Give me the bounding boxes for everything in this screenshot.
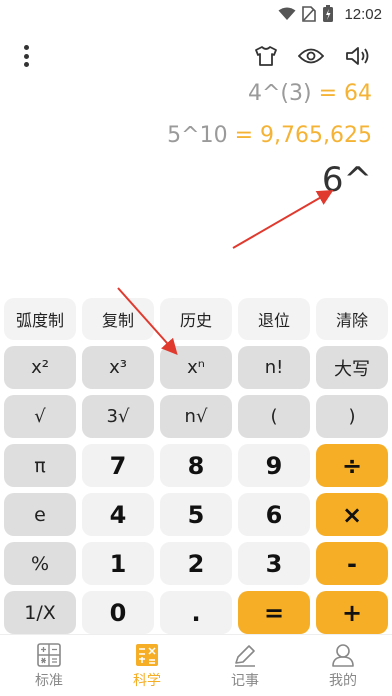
- cube-button[interactable]: x³: [82, 346, 154, 389]
- volume-icon[interactable]: [344, 42, 372, 70]
- keypad-row: e 4 5 6 ×: [4, 493, 388, 536]
- backspace-button[interactable]: 退位: [238, 298, 310, 340]
- decimal-button[interactable]: .: [160, 591, 232, 634]
- add-button[interactable]: +: [316, 591, 388, 634]
- status-time: 12:02: [344, 5, 382, 23]
- cube-root-button[interactable]: 3√: [82, 395, 154, 438]
- reciprocal-button[interactable]: 1/X: [4, 591, 76, 634]
- sqrt-button[interactable]: √: [4, 395, 76, 438]
- calculator-screen: 12:02 4^(3) = 64 5^10 = 9,765,625 6^ 弧度制…: [0, 0, 392, 696]
- keypad-row: π 7 8 9 ÷: [4, 444, 388, 487]
- digit-2-button[interactable]: 2: [160, 542, 232, 585]
- e-button[interactable]: e: [4, 493, 76, 536]
- equals-button[interactable]: =: [238, 591, 310, 634]
- digit-1-button[interactable]: 1: [82, 542, 154, 585]
- digit-8-button[interactable]: 8: [160, 444, 232, 487]
- eye-icon[interactable]: [297, 42, 325, 70]
- history-button[interactable]: 历史: [160, 298, 232, 340]
- clear-button[interactable]: 清除: [316, 298, 388, 340]
- digit-7-button[interactable]: 7: [82, 444, 154, 487]
- divide-button[interactable]: ÷: [316, 444, 388, 487]
- nav-label: 记事: [231, 672, 259, 689]
- subtract-button[interactable]: -: [316, 542, 388, 585]
- digit-0-button[interactable]: 0: [82, 591, 154, 634]
- copy-button[interactable]: 复制: [82, 298, 154, 340]
- history-equals: =: [318, 81, 337, 106]
- power-n-button[interactable]: xⁿ: [160, 346, 232, 389]
- pi-button[interactable]: π: [4, 444, 76, 487]
- more-vert-icon[interactable]: [16, 42, 36, 70]
- digit-5-button[interactable]: 5: [160, 493, 232, 536]
- keypad-row: % 1 2 3 -: [4, 542, 388, 585]
- nav-item-scientific[interactable]: 科学: [98, 635, 196, 696]
- nth-root-button[interactable]: n√: [160, 395, 232, 438]
- nav-label: 我的: [329, 672, 357, 689]
- multiply-button[interactable]: ×: [316, 493, 388, 536]
- history-expression: 5^10: [167, 123, 228, 148]
- toolbar: [0, 40, 392, 72]
- nav-label: 标准: [35, 672, 63, 689]
- history-line-2: 5^10 = 9,765,625: [167, 123, 372, 148]
- open-paren-button[interactable]: (: [238, 395, 310, 438]
- battery-icon: [323, 5, 334, 22]
- nav-item-standard[interactable]: 标准: [0, 635, 98, 696]
- pencil-icon: [235, 644, 255, 667]
- uppercase-button[interactable]: 大写: [316, 346, 388, 389]
- annotation-arrow: [232, 190, 334, 249]
- nav-item-notes[interactable]: 记事: [196, 635, 294, 696]
- wifi-icon: [278, 7, 296, 20]
- nav-item-profile[interactable]: 我的: [294, 635, 392, 696]
- shirt-icon[interactable]: [252, 42, 280, 70]
- digit-4-button[interactable]: 4: [82, 493, 154, 536]
- calculator-grid-icon: [37, 642, 61, 667]
- percent-button[interactable]: %: [4, 542, 76, 585]
- radian-button[interactable]: 弧度制: [4, 298, 76, 340]
- scientific-icon: [136, 643, 158, 666]
- digit-6-button[interactable]: 6: [238, 493, 310, 536]
- no-sim-icon: [302, 6, 317, 22]
- nav-label: 科学: [133, 672, 161, 689]
- digit-9-button[interactable]: 9: [238, 444, 310, 487]
- status-bar: 12:02: [0, 0, 392, 30]
- history-expression: 4^(3): [247, 81, 312, 106]
- history-result: 64: [344, 81, 372, 106]
- square-button[interactable]: x²: [4, 346, 76, 389]
- user-icon: [332, 643, 354, 667]
- function-row: 弧度制 复制 历史 退位 清除: [4, 298, 388, 340]
- current-input: 6^: [321, 160, 372, 200]
- close-paren-button[interactable]: ): [316, 395, 388, 438]
- keypad-row: 1/X 0 . = +: [4, 591, 388, 634]
- factorial-button[interactable]: n!: [238, 346, 310, 389]
- history-result: 9,765,625: [260, 123, 372, 148]
- digit-3-button[interactable]: 3: [238, 542, 310, 585]
- keypad-row: √ 3√ n√ ( ): [4, 395, 388, 438]
- keypad: 弧度制 复制 历史 退位 清除 x² x³ xⁿ n! 大写 √ 3√ n√ (…: [4, 298, 388, 640]
- keypad-row: x² x³ xⁿ n! 大写: [4, 346, 388, 389]
- history-equals: =: [234, 123, 254, 148]
- history-line-1: 4^(3) = 64: [248, 81, 372, 106]
- bottom-nav: 标准 科学 记事 我的: [0, 634, 392, 696]
